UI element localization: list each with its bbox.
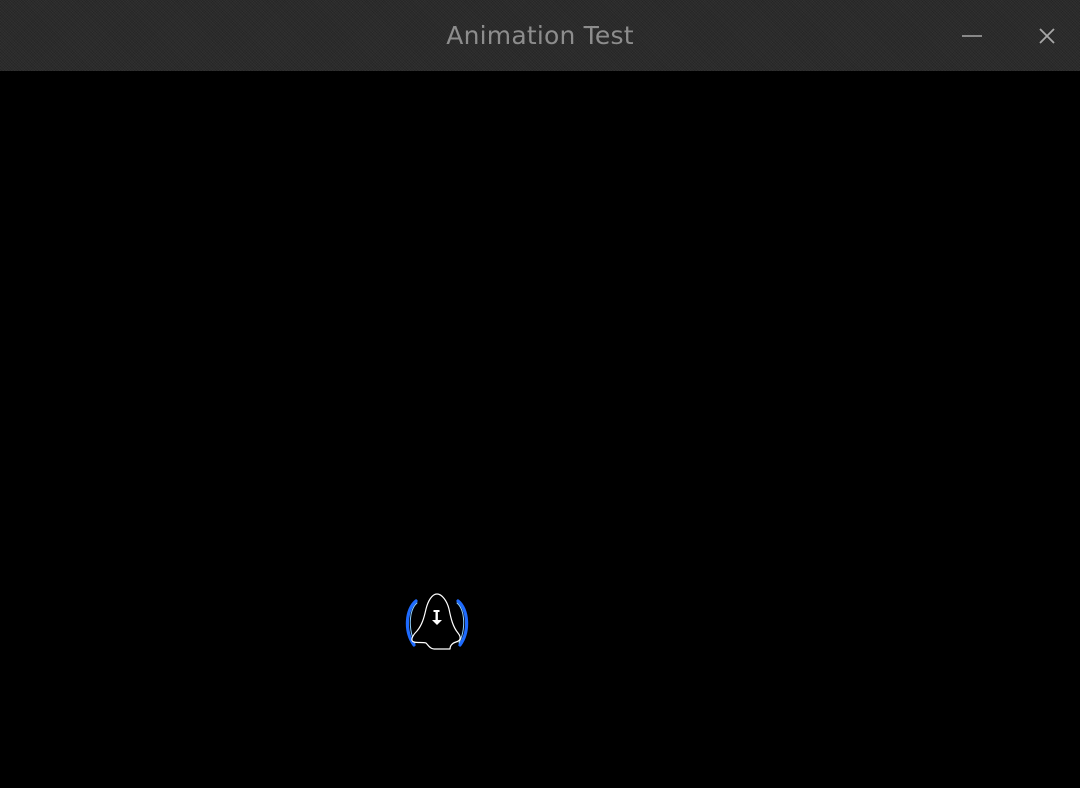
title-bar[interactable]: Animation Test [0, 0, 1080, 71]
close-icon [1039, 27, 1055, 44]
app-window: Animation Test [0, 0, 1080, 788]
window-title: Animation Test [446, 21, 634, 50]
minimize-button[interactable] [935, 0, 1009, 71]
animation-canvas [0, 71, 1080, 788]
minimize-icon [962, 34, 982, 37]
close-button[interactable] [1010, 0, 1080, 71]
ghost-sprite-icon [405, 593, 469, 650]
